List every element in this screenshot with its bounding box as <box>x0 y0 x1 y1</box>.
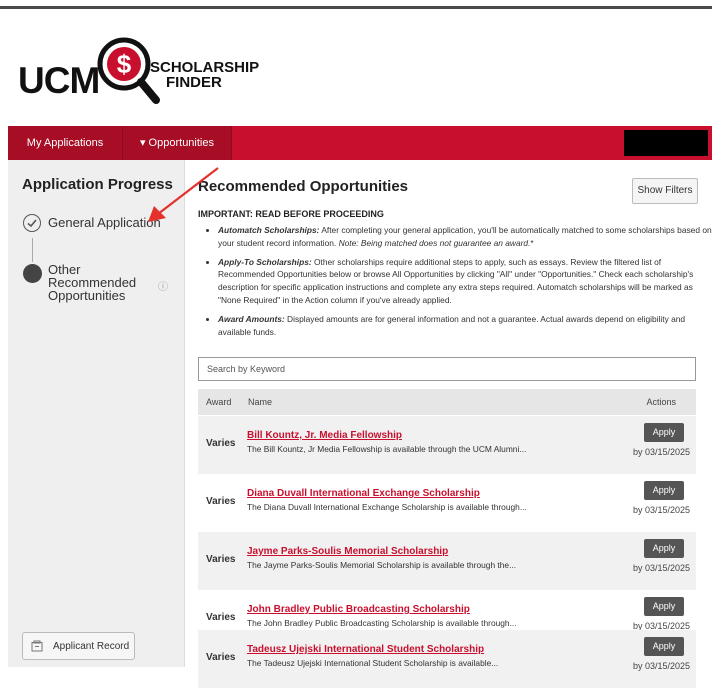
top-nav: My Applications ▾ Opportunities <box>8 126 712 160</box>
award-amount: Varies <box>206 438 236 449</box>
apply-button[interactable]: Apply <box>644 481 684 500</box>
column-actions: Actions <box>646 397 676 407</box>
user-menu-redacted[interactable] <box>624 130 708 156</box>
important-notice-heading: IMPORTANT: READ BEFORE PROCEEDING <box>198 209 384 219</box>
application-progress-sidebar: Application Progress General Application… <box>8 160 185 667</box>
apply-button[interactable]: Apply <box>644 637 684 656</box>
scholarship-link[interactable]: Tadeusz Ujejski International Student Sc… <box>247 644 484 655</box>
logo-scholarship-finder-text: SCHOLARSHIP FINDER <box>150 59 260 91</box>
svg-text:$: $ <box>117 49 132 79</box>
applicant-record-button[interactable]: Applicant Record <box>22 632 135 660</box>
list-item: Automatch Scholarships: After completing… <box>218 224 712 250</box>
scholarship-description: The John Bradley Public Broadcasting Sch… <box>247 618 517 628</box>
search-box <box>198 357 696 381</box>
sidebar-title: Application Progress <box>22 176 173 193</box>
scholarship-description: The Diana Duvall International Exchange … <box>247 502 527 512</box>
nav-opportunities-dropdown[interactable]: ▾ Opportunities <box>123 126 231 160</box>
show-filters-button[interactable]: Show Filters <box>632 178 698 204</box>
nav-divider <box>231 126 232 160</box>
step-connector <box>32 238 33 262</box>
apply-button[interactable]: Apply <box>644 597 684 616</box>
due-date: by 03/15/2025 <box>632 563 690 573</box>
list-item: Award Amounts: Displayed amounts are for… <box>218 313 712 339</box>
award-amount: Varies <box>206 652 236 663</box>
ucm-scholarship-finder-logo: UCM $ SCHOLARSHIP FINDER <box>18 30 278 110</box>
award-amount: Varies <box>206 496 236 507</box>
applicant-record-label: Applicant Record <box>53 641 130 652</box>
table-header: Award Name Actions <box>198 389 696 415</box>
step-other-recommended-opportunities[interactable]: Other Recommended Opportunities <box>48 263 158 302</box>
award-amount: Varies <box>206 612 236 623</box>
pending-step-icon <box>23 264 42 283</box>
list-item: Apply-To Scholarships: Other scholarship… <box>218 256 712 307</box>
table-row: Varies Diana Duvall International Exchan… <box>198 474 696 532</box>
scholarship-link[interactable]: John Bradley Public Broadcasting Scholar… <box>247 604 470 615</box>
table-row: Varies Bill Kountz, Jr. Media Fellowship… <box>198 416 696 474</box>
page-title: Recommended Opportunities <box>198 178 409 195</box>
table-row: Varies Tadeusz Ujejski International Stu… <box>198 630 696 688</box>
logo-ucm-text: UCM <box>18 60 100 101</box>
scholarship-description: The Bill Kountz, Jr Media Fellowship is … <box>247 444 527 454</box>
scholarship-link[interactable]: Bill Kountz, Jr. Media Fellowship <box>247 430 402 441</box>
apply-button[interactable]: Apply <box>644 423 684 442</box>
table-row: Varies Jayme Parks-Soulis Memorial Schol… <box>198 532 696 590</box>
info-icon[interactable]: ⓘ <box>158 278 168 293</box>
scholarship-link[interactable]: Jayme Parks-Soulis Memorial Scholarship <box>247 546 448 557</box>
search-input[interactable] <box>199 358 695 380</box>
due-date: by 03/15/2025 <box>632 447 690 457</box>
main-content: Recommended Opportunities Show Filters I… <box>186 160 712 688</box>
apply-button[interactable]: Apply <box>644 539 684 558</box>
instructions-list: Automatch Scholarships: After completing… <box>200 224 712 344</box>
step-general-application[interactable]: General Application <box>48 215 161 230</box>
check-circle-icon <box>23 214 41 232</box>
award-amount: Varies <box>206 554 236 565</box>
due-date: by 03/15/2025 <box>632 661 690 671</box>
column-name: Name <box>248 397 273 407</box>
due-date: by 03/15/2025 <box>632 505 690 515</box>
nav-my-applications[interactable]: My Applications <box>8 126 122 160</box>
column-award: Award <box>206 397 232 407</box>
folder-icon <box>31 640 43 652</box>
scholarship-description: The Jayme Parks-Soulis Memorial Scholars… <box>247 560 517 570</box>
top-border <box>0 6 712 9</box>
scholarship-link[interactable]: Diana Duvall International Exchange Scho… <box>247 488 480 499</box>
